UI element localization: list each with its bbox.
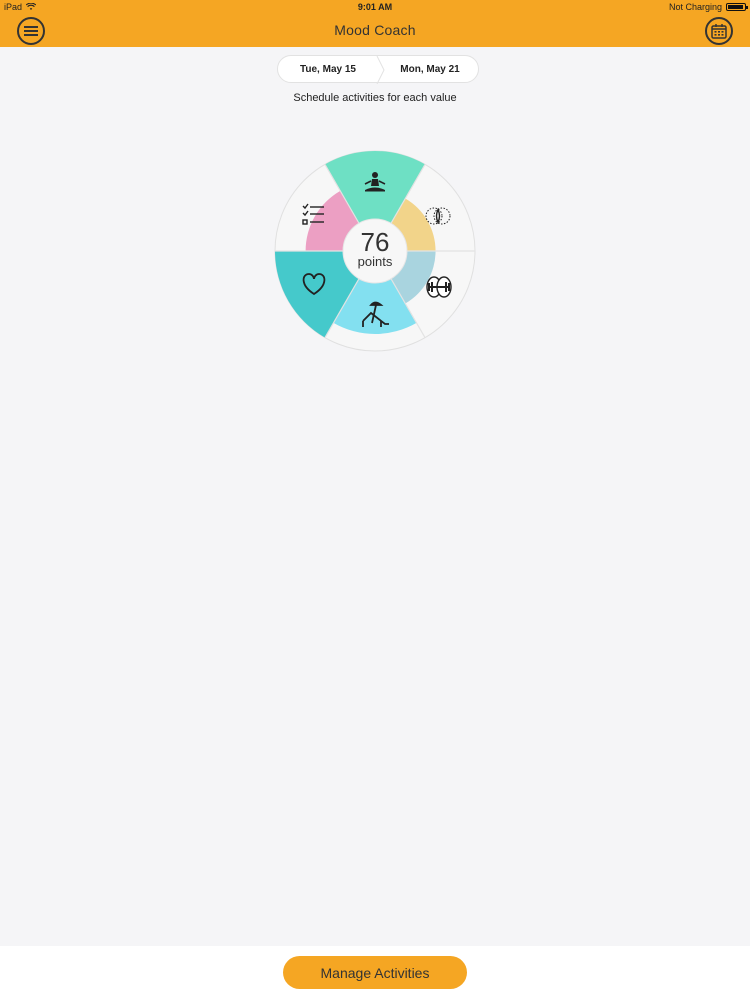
status-right: Not Charging [668, 2, 748, 12]
menu-button[interactable] [17, 17, 45, 45]
calendar-icon [711, 24, 727, 39]
points-value: 76 [360, 227, 390, 257]
calendar-button[interactable] [705, 17, 733, 45]
status-bar: iPad 9:01 AM Not Charging [0, 0, 750, 14]
battery-status: Not Charging [668, 2, 722, 12]
battery-icon [726, 3, 748, 11]
page-title: Mood Coach [334, 22, 416, 38]
fitness-icon[interactable] [426, 276, 452, 298]
date-range-start[interactable]: Tue, May 15 [278, 64, 378, 75]
menu-icon [24, 26, 38, 36]
points-display: 76 points [345, 221, 405, 281]
manage-activities-button[interactable]: Manage Activities [283, 956, 467, 989]
date-range-selector[interactable]: Tue, May 15 Mon, May 21 [277, 55, 480, 84]
date-range-end[interactable]: Mon, May 21 [380, 64, 480, 75]
points-label: points [357, 254, 393, 269]
status-time: 9:01 AM [357, 2, 393, 12]
schedule-instruction: Schedule activities for each value [293, 92, 457, 104]
